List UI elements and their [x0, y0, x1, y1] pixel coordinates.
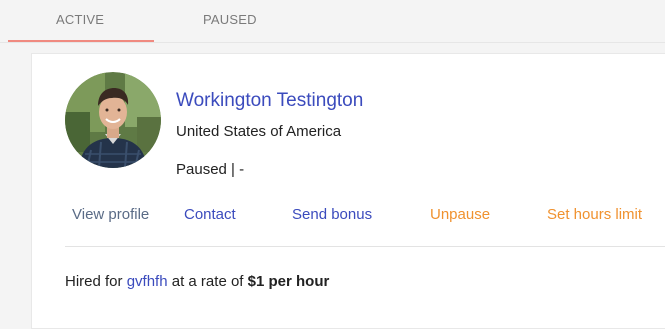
tabs-divider	[0, 42, 665, 43]
rate-suffix: per hour	[268, 273, 330, 290]
send-bonus-link[interactable]: Send bonus	[292, 206, 372, 223]
unpause-link[interactable]: Unpause	[430, 206, 490, 223]
freelancer-card: Workington Testington United States of A…	[31, 53, 665, 329]
avatar[interactable]	[65, 72, 161, 168]
profile-photo-icon	[65, 72, 161, 168]
hired-for-label: Hired for	[65, 273, 123, 290]
contract-summary: Hired for gvfhfh at a rate of $1 per hou…	[65, 273, 329, 290]
contract-status: Paused | -	[176, 161, 245, 178]
job-title-link[interactable]: gvfhfh	[127, 273, 168, 290]
set-hours-limit-link[interactable]: Set hours limit	[547, 206, 642, 223]
rate-prefix-label: at a rate of	[171, 273, 244, 290]
contact-link[interactable]: Contact	[184, 206, 236, 223]
card-divider	[65, 246, 665, 247]
tab-paused[interactable]: PAUSED	[203, 12, 257, 27]
freelancer-name-link[interactable]: Workington Testington	[176, 90, 363, 112]
status-tabs: ACTIVE PAUSED	[0, 0, 665, 43]
freelancer-country: United States of America	[176, 123, 342, 140]
view-profile-link[interactable]: View profile	[72, 206, 149, 223]
rate-value: $1	[247, 273, 265, 290]
tab-active[interactable]: ACTIVE	[56, 12, 104, 27]
